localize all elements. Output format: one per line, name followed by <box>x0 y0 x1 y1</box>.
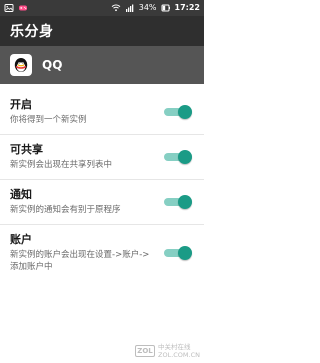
toggle-enable[interactable] <box>164 105 192 119</box>
watermark-line-1: 中关村在线 <box>158 343 191 351</box>
setting-text: 可共享 新实例会出现在共享列表中 <box>10 143 164 171</box>
wifi-icon <box>111 3 121 13</box>
toggle-thumb <box>178 150 192 164</box>
signal-icon <box>125 3 135 13</box>
zol-logo: ZOL <box>135 345 155 357</box>
setting-row-shareable[interactable]: 可共享 新实例会出现在共享列表中 <box>0 135 204 180</box>
toggle-thumb <box>178 195 192 209</box>
setting-title: 通知 <box>10 188 32 201</box>
setting-description: 新实例会出现在共享列表中 <box>10 160 113 170</box>
setting-text: 账户 新实例的账户会出现在设置->账户->添加账户中 <box>10 233 164 273</box>
setting-title: 可共享 <box>10 143 43 156</box>
setting-description: 你将得到一个新实例 <box>10 115 87 125</box>
setting-row-account[interactable]: 账户 新实例的账户会出现在设置->账户->添加账户中 <box>0 225 204 281</box>
status-time: 17:22 <box>174 3 200 12</box>
setting-description: 新实例的账户会出现在设置->账户->添加账户中 <box>10 250 150 272</box>
setting-row-enable[interactable]: 开启 你将得到一个新实例 <box>0 90 204 135</box>
toggle-notifications[interactable] <box>164 195 192 209</box>
gamepad-icon <box>18 3 28 13</box>
app-bar: 乐分身 <box>0 16 204 46</box>
battery-text: 34% <box>138 3 157 12</box>
battery-icon <box>161 3 171 13</box>
gallery-icon <box>4 3 14 13</box>
setting-title: 开启 <box>10 98 32 111</box>
app-name: QQ <box>42 58 63 72</box>
qq-logo <box>10 54 32 76</box>
screen: 34% 17:22 乐分身 QQ 开启 你将得到一个新实例 可共享 新实例会出现… <box>0 0 204 363</box>
setting-title: 账户 <box>10 233 32 246</box>
toggle-shareable[interactable] <box>164 150 192 164</box>
status-left <box>4 3 28 13</box>
setting-text: 通知 新实例的通知会有别于原程序 <box>10 188 164 216</box>
toggle-thumb <box>178 246 192 260</box>
watermark-line-2: ZOL.COM.CN <box>158 351 200 359</box>
status-bar: 34% 17:22 <box>0 0 204 16</box>
settings-list: 开启 你将得到一个新实例 可共享 新实例会出现在共享列表中 通知 新实例的通知会… <box>0 84 204 281</box>
setting-description: 新实例的通知会有别于原程序 <box>10 205 121 215</box>
setting-row-notifications[interactable]: 通知 新实例的通知会有别于原程序 <box>0 180 204 225</box>
status-right: 34% 17:22 <box>111 0 200 16</box>
watermark-text: 中关村在线 ZOL.COM.CN <box>158 343 200 359</box>
app-header: QQ <box>0 46 204 84</box>
setting-text: 开启 你将得到一个新实例 <box>10 98 164 126</box>
toggle-thumb <box>178 105 192 119</box>
toggle-account[interactable] <box>164 246 192 260</box>
app-bar-title: 乐分身 <box>10 24 54 40</box>
watermark: ZOL 中关村在线 ZOL.COM.CN <box>135 343 200 359</box>
